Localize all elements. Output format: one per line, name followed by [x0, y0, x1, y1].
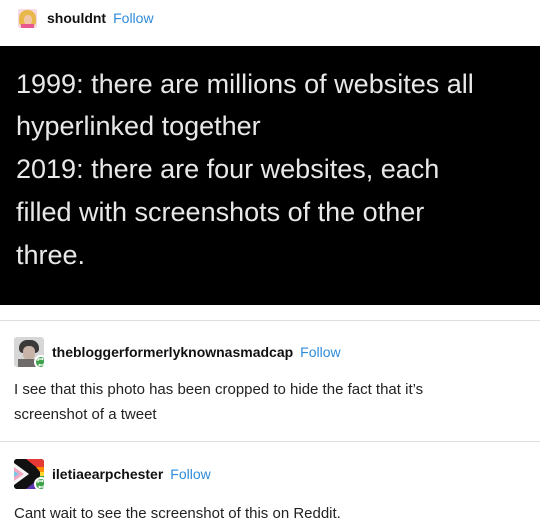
reblog-comment-line: Cant wait to see the screenshot of this … — [14, 505, 341, 522]
tweet-text-line: three. — [16, 240, 86, 270]
reblog-header: thebloggerformerlyknownasmadcap Follow — [14, 337, 341, 367]
post-header: shouldnt Follow — [18, 8, 154, 28]
reblog-divider — [0, 320, 540, 321]
avatar-shirt-shape — [21, 23, 34, 28]
reblog-arrows-icon — [37, 480, 44, 488]
reblog-header: iletiaearpchester Follow — [14, 459, 211, 489]
reblog-badge-icon — [34, 355, 44, 367]
reblog-username[interactable]: thebloggerformerlyknownasmadcap — [52, 344, 293, 360]
tweet-text-line: filled with screenshots of the other — [16, 197, 425, 227]
follow-button[interactable]: Follow — [113, 10, 153, 26]
user-avatar[interactable] — [18, 8, 37, 28]
reblog-badge-icon — [34, 477, 44, 489]
reblog-arrows-icon — [37, 358, 44, 366]
tweet-text-line: hyperlinked together — [16, 111, 261, 141]
tweet-image: 1999: there are millions of websites all… — [0, 46, 540, 305]
reblog-avatar[interactable] — [14, 459, 44, 489]
avatar-face-shape — [23, 346, 35, 360]
reblog-comment-line: I see that this photo has been cropped t… — [14, 381, 424, 398]
follow-button[interactable]: Follow — [300, 344, 340, 360]
follow-button[interactable]: Follow — [170, 466, 210, 482]
reblog-comment: I see that this photo has been cropped t… — [14, 377, 423, 427]
reblog-comment: Cant wait to see the screenshot of this … — [14, 501, 341, 526]
reblog-username[interactable]: iletiaearpchester — [52, 466, 163, 482]
reblog-comment-line: screenshot of a tweet — [14, 406, 157, 423]
post-author[interactable]: shouldnt — [47, 10, 106, 26]
tweet-text-line: 1999: there are millions of websites all — [16, 69, 474, 99]
reblog-divider — [0, 441, 540, 442]
tweet-text-line: 2019: there are four websites, each — [16, 154, 440, 184]
reblog-avatar[interactable] — [14, 337, 44, 367]
